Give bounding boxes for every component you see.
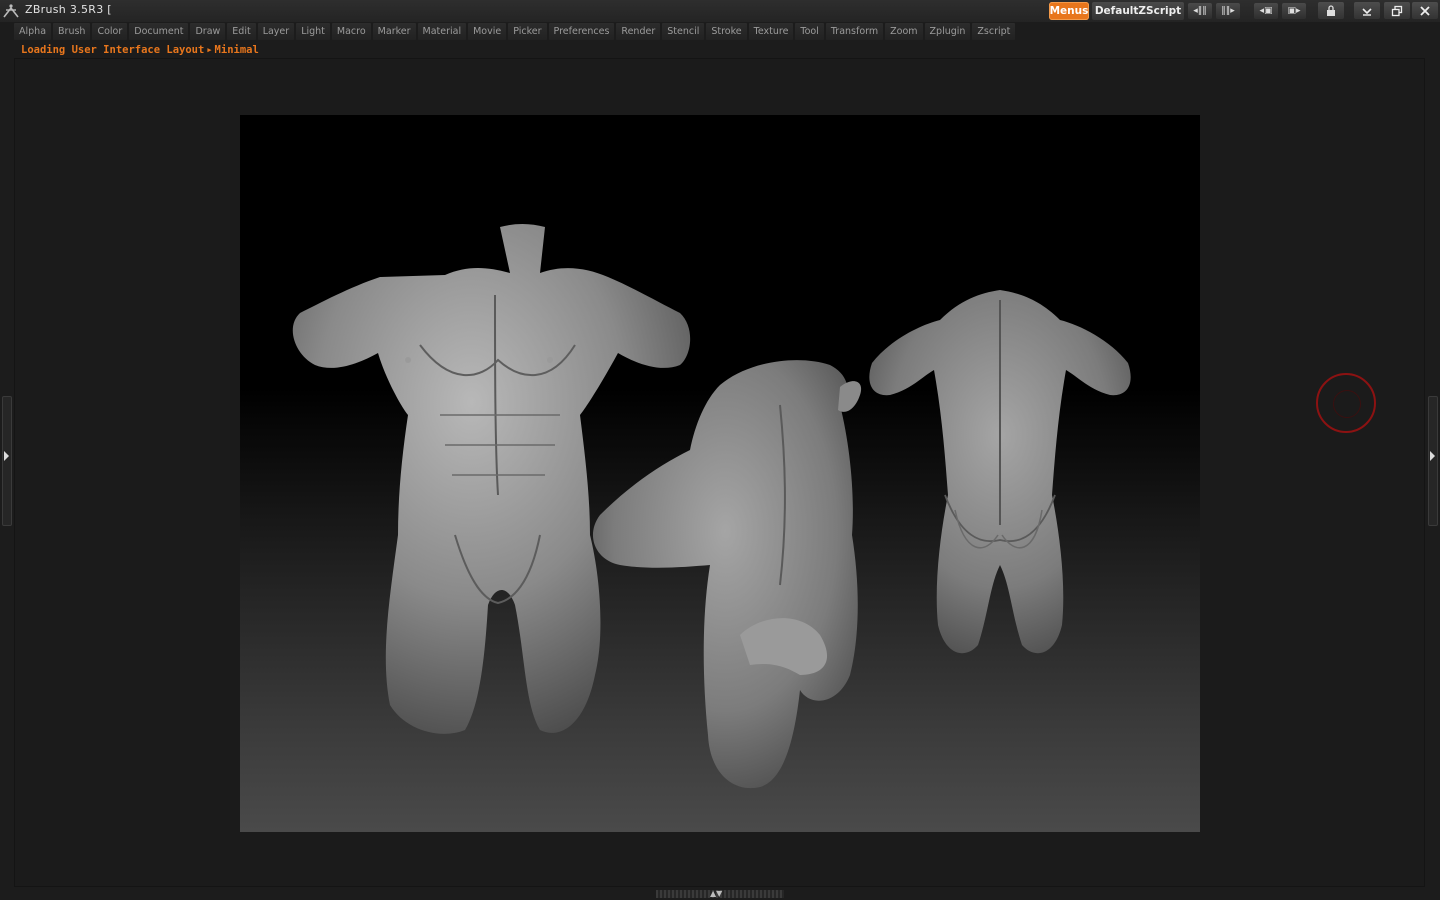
menu-item-edit[interactable]: Edit [227,23,256,40]
menu-item-color[interactable]: Color [92,23,128,40]
front-torso-model [292,224,691,734]
menu-item-transform[interactable]: Transform [825,23,884,40]
layout-right-icon[interactable]: ▣▸ [1282,3,1306,19]
twisted-torso-model [592,360,862,789]
right-tray-handle[interactable] [1428,396,1438,526]
status-text: Loading User Interface Layout [21,44,205,56]
brush-cursor [1316,373,1376,433]
default-zscript-button[interactable]: DefaultZScript [1092,2,1184,20]
status-arrow-icon: ▶ [207,46,212,54]
menu-item-material[interactable]: Material [417,23,467,40]
menu-item-render[interactable]: Render [616,23,661,40]
menu-item-stencil[interactable]: Stencil [662,23,705,40]
menu-item-document[interactable]: Document [129,23,189,40]
document-canvas[interactable] [240,115,1200,832]
menu-item-tool[interactable]: Tool [795,23,824,40]
minimize-icon[interactable] [1354,2,1380,19]
back-torso-model [869,290,1131,654]
menu-item-zplugin[interactable]: Zplugin [924,23,971,40]
menu-item-marker[interactable]: Marker [372,23,416,40]
scroll-left-icon[interactable]: ◂‖‖ [1188,3,1212,19]
status-line: Loading User Interface Layout ▶ Minimal [21,43,259,57]
menu-item-zoom[interactable]: Zoom [885,23,923,40]
title-bar: ZBrush 3.5R3 [ Menus DefaultZScript ◂‖‖ … [0,0,1440,22]
menus-button[interactable]: Menus [1049,2,1089,20]
menu-bar: Alpha Brush Color Document Draw Edit Layer Ligh… [14,22,1017,41]
menu-item-alpha[interactable]: Alpha [14,23,52,40]
bottom-tray-handle[interactable]: ▲▼ [656,890,784,898]
expand-right-icon [1430,451,1435,461]
menu-item-light[interactable]: Light [296,23,330,40]
menu-item-picker[interactable]: Picker [508,23,547,40]
scroll-right-icon[interactable]: ‖‖▸ [1216,3,1240,19]
expand-right-icon [4,451,9,461]
menu-item-brush[interactable]: Brush [53,23,91,40]
menu-item-movie[interactable]: Movie [468,23,507,40]
zbrush-logo-icon [3,4,19,18]
torso-sculpts-render [292,224,1131,789]
restore-icon[interactable] [1384,2,1410,19]
app-title: ZBrush 3.5R3 [ [25,3,112,16]
status-subtext: Minimal [214,44,259,56]
menu-item-macro[interactable]: Macro [331,23,371,40]
left-tray-handle[interactable] [2,396,12,526]
layout-left-icon[interactable]: ◂▣ [1254,3,1278,19]
menu-item-zscript[interactable]: Zscript [972,23,1016,40]
menu-item-texture[interactable]: Texture [748,23,794,40]
expand-up-icon: ▲▼ [710,889,723,898]
menu-item-layer[interactable]: Layer [257,23,295,40]
lock-icon[interactable] [1318,2,1344,19]
menu-item-preferences[interactable]: Preferences [548,23,615,40]
close-icon[interactable] [1412,2,1438,19]
menu-item-draw[interactable]: Draw [190,23,226,40]
menu-item-stroke[interactable]: Stroke [706,23,747,40]
